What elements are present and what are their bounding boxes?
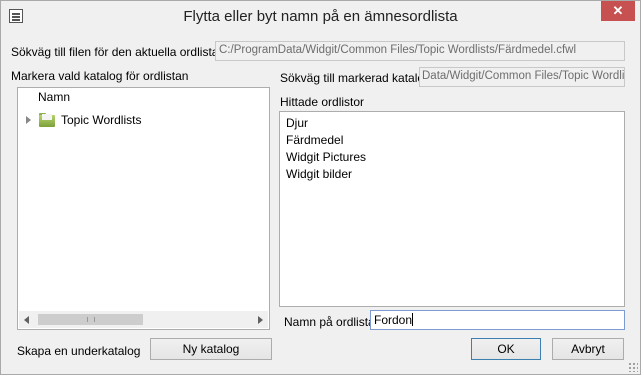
list-item[interactable]: Färdmedel	[286, 133, 343, 147]
expand-arrow-icon[interactable]	[26, 116, 31, 124]
list-item[interactable]: Widgit bilder	[286, 167, 352, 181]
list-name-input[interactable]: Fordon	[370, 310, 625, 330]
resize-grip-icon[interactable]	[628, 362, 638, 372]
selected-path-label: Sökväg till markerad katalog	[280, 71, 431, 85]
tree-node-topic-wordlists[interactable]: Topic Wordlists	[24, 110, 141, 130]
folder-icon	[39, 113, 55, 127]
folder-tree[interactable]: Namn Topic Wordlists	[17, 87, 270, 330]
scrollbar-thumb[interactable]	[38, 314, 143, 325]
folder-tree-label: Markera vald katalog för ordlistan	[11, 69, 189, 83]
horizontal-scrollbar[interactable]	[19, 311, 268, 328]
scroll-right-icon[interactable]	[258, 316, 263, 324]
close-button[interactable]: ✕	[601, 1, 635, 21]
window-title: Flytta eller byt namn på en ämnesordlist…	[183, 8, 458, 25]
current-path-label: Sökväg till filen för den aktuella ordli…	[11, 45, 226, 59]
scroll-left-icon[interactable]	[24, 316, 29, 324]
found-lists-list[interactable]: Djur Färdmedel Widgit Pictures Widgit bi…	[279, 111, 625, 307]
current-path-field: C:/ProgramData/Widgit/Common Files/Topic…	[215, 41, 625, 61]
tree-node-label: Topic Wordlists	[61, 113, 142, 127]
list-name-value: Fordon	[374, 313, 413, 327]
title-bar: Flytta eller byt namn på en ämnesordlist…	[1, 1, 640, 33]
found-lists-label: Hittade ordlistor	[280, 95, 365, 109]
cancel-button[interactable]: Avbryt	[552, 338, 624, 360]
tree-column-header[interactable]: Namn	[38, 90, 70, 104]
new-folder-button[interactable]: Ny katalog	[150, 338, 272, 360]
ok-button[interactable]: OK	[471, 338, 541, 360]
text-caret	[412, 313, 414, 326]
subfolder-label: Skapa en underkatalog	[17, 344, 141, 358]
list-name-label: Namn på ordlistan	[284, 315, 382, 329]
list-item[interactable]: Widgit Pictures	[286, 150, 366, 164]
dialog-window: Flytta eller byt namn på en ämnesordlist…	[0, 0, 641, 375]
selected-path-field: Data/Widgit/Common Files/Topic Wordlists	[419, 67, 625, 87]
list-item[interactable]: Djur	[286, 116, 308, 130]
